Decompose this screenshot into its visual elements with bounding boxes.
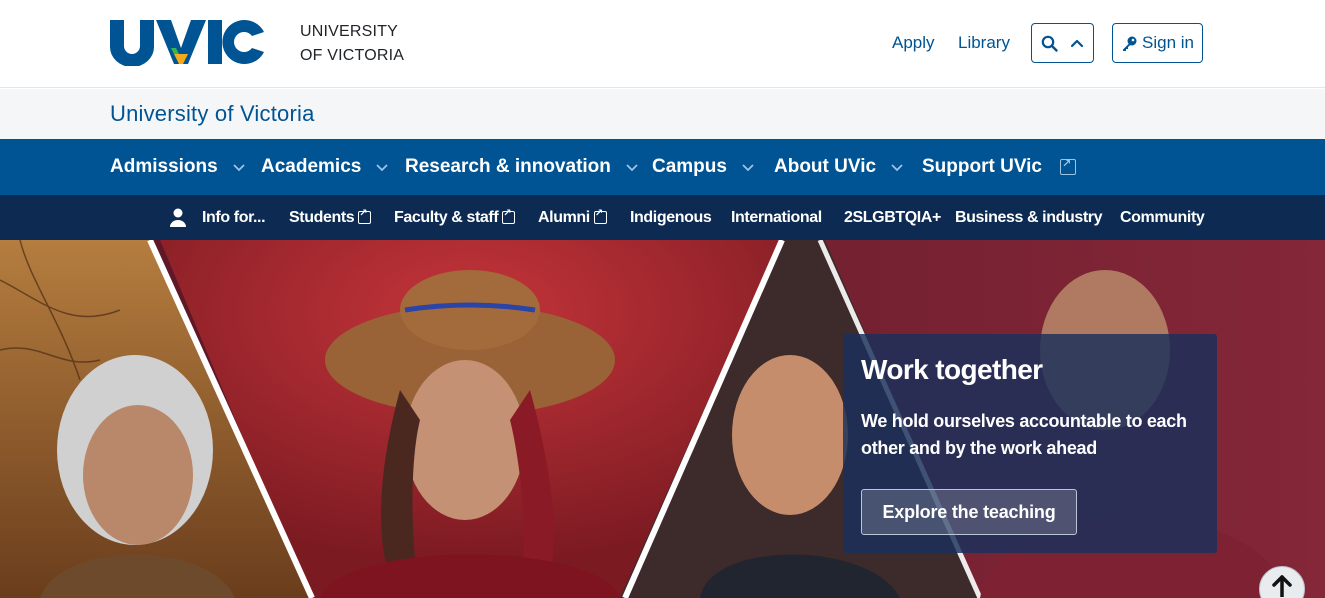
site-title-bar: University of Victoria (0, 89, 1325, 139)
chevron-down-icon (741, 159, 755, 175)
audience-link-indigenous[interactable]: Indigenous (630, 195, 712, 240)
nav-item-support[interactable]: Support UVic (922, 139, 1076, 195)
chevron-down-icon (232, 159, 246, 175)
main-nav: Admissions Academics Research & innovati… (0, 139, 1325, 195)
explore-teaching-button[interactable]: Explore the teaching (861, 489, 1077, 535)
hero-banner: Work together We hold ourselves accounta… (0, 240, 1325, 598)
hero-card: Work together We hold ourselves accounta… (843, 334, 1217, 553)
nav-item-research[interactable]: Research & innovation (405, 139, 639, 195)
audience-link-students[interactable]: Students (289, 195, 372, 240)
audience-link-label: Business & industry (955, 208, 1103, 226)
sign-in-label: Sign in (1142, 33, 1194, 52)
audience-link-international[interactable]: International (731, 195, 822, 240)
audience-link-business[interactable]: Business & industry (955, 195, 1103, 240)
nav-item-label: Campus (652, 156, 727, 177)
hero-title: Work together (861, 354, 1043, 385)
audience-link-label: Alumni (538, 208, 590, 226)
audience-link-label: Indigenous (630, 208, 712, 226)
search-toggle-button[interactable] (1031, 23, 1094, 63)
uvic-logo-mark (110, 20, 264, 66)
nav-item-label: Admissions (110, 156, 218, 177)
external-link-icon (593, 208, 607, 224)
audience-link-label: International (731, 208, 822, 226)
sign-in-button[interactable]: Sign in (1112, 23, 1203, 63)
uvic-logo[interactable] (110, 18, 264, 68)
chevron-up-icon (1070, 38, 1084, 48)
audience-link-faculty-staff[interactable]: Faculty & staff (394, 195, 516, 240)
audience-link-2slgbtqia[interactable]: 2SLGBTQIA+ (844, 195, 941, 240)
hero-text: We hold ourselves accountable to each ot… (861, 411, 1187, 458)
arrow-up-icon (1271, 573, 1293, 597)
site-title-link[interactable]: University of Victoria (110, 101, 315, 127)
external-link-icon (358, 208, 372, 224)
audience-bar: Info for... Students Faculty & staff Alu… (0, 195, 1325, 240)
info-for-label: Info for... (169, 195, 266, 240)
top-header: UNIVERSITY OF VICTORIA Apply Library Sig… (0, 0, 1325, 88)
nav-item-academics[interactable]: Academics (261, 139, 389, 195)
nav-item-label: Support UVic (922, 156, 1042, 177)
audience-link-community[interactable]: Community (1120, 195, 1205, 240)
chevron-down-icon (890, 159, 904, 175)
info-for-text: Info for... (202, 208, 266, 226)
audience-link-label: 2SLGBTQIA+ (844, 208, 941, 226)
nav-item-label: Academics (261, 156, 362, 177)
chevron-down-icon (375, 159, 389, 175)
chevron-down-icon (625, 159, 639, 175)
search-icon (1041, 35, 1058, 52)
key-icon (1121, 35, 1138, 52)
apply-link[interactable]: Apply (892, 33, 935, 53)
library-link[interactable]: Library (958, 33, 1010, 53)
nav-item-label: About UVic (774, 156, 877, 177)
user-icon (169, 208, 187, 227)
external-link-icon (502, 208, 516, 224)
audience-link-label: Students (289, 208, 355, 226)
audience-link-alumni[interactable]: Alumni (538, 195, 607, 240)
nav-item-campus[interactable]: Campus (652, 139, 755, 195)
external-link-icon (1060, 157, 1076, 175)
university-line2: OF VICTORIA (300, 47, 405, 64)
university-wordmark: UNIVERSITY OF VICTORIA (300, 20, 404, 68)
nav-item-about[interactable]: About UVic (774, 139, 904, 195)
nav-item-admissions[interactable]: Admissions (110, 139, 246, 195)
audience-link-label: Faculty & staff (394, 208, 499, 226)
university-line1: UNIVERSITY (300, 23, 399, 40)
nav-item-label: Research & innovation (405, 156, 611, 177)
audience-link-label: Community (1120, 208, 1205, 226)
